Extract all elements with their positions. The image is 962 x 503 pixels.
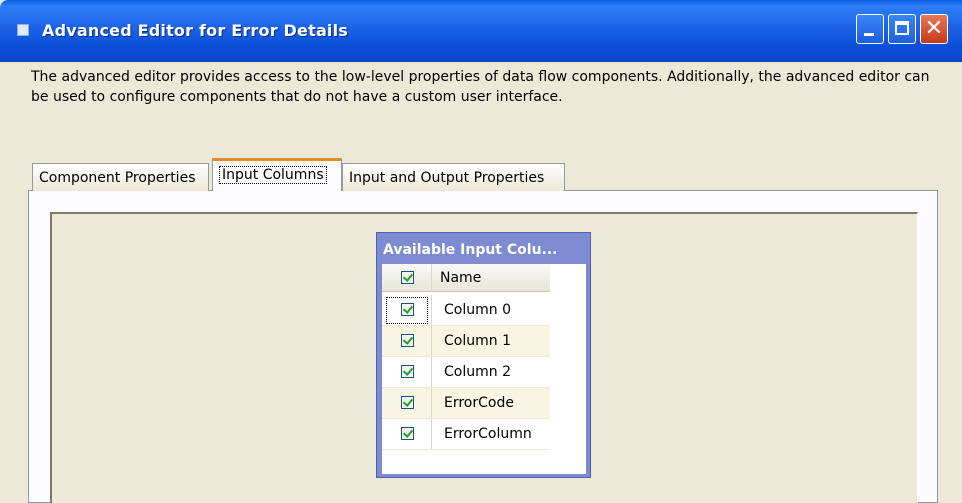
select-all-checkbox[interactable]	[401, 271, 414, 284]
list-item[interactable]: Column 0	[382, 295, 550, 326]
list-item[interactable]: Column 1	[382, 326, 550, 357]
list-item[interactable]: ErrorCode	[382, 388, 550, 419]
tab-component-properties[interactable]: Component Properties	[32, 163, 209, 191]
column-name: Column 2	[444, 364, 511, 380]
window-title: Advanced Editor for Error Details	[42, 21, 349, 40]
column-name: Column 0	[444, 302, 511, 318]
window-menu-icon[interactable]	[17, 24, 29, 36]
columns-list: Name Column 0 Column 1 Column 2 ErrorCod…	[382, 264, 586, 474]
dialog-window: Advanced Editor for Error Details ✕ The …	[0, 0, 962, 503]
check-cell	[382, 326, 432, 357]
title-bar[interactable]: Advanced Editor for Error Details ✕	[0, 0, 962, 62]
column-name: Column 1	[444, 333, 511, 349]
column-checkbox[interactable]	[401, 334, 414, 347]
column-checkbox[interactable]	[401, 427, 414, 440]
tab-label: Input and Output Properties	[349, 170, 545, 186]
column-checkbox[interactable]	[401, 365, 414, 378]
focus-rectangle	[386, 297, 428, 324]
column-name: ErrorColumn	[444, 426, 532, 442]
row-divider	[382, 449, 550, 450]
name-column-header[interactable]: Name	[440, 264, 481, 292]
panel-title: Available Input Colu...	[383, 242, 558, 258]
minimize-icon	[864, 33, 874, 36]
tab-label: Input Columns	[219, 166, 327, 184]
column-checkbox[interactable]	[401, 396, 414, 409]
close-button[interactable]: ✕	[920, 14, 948, 44]
maximize-button[interactable]	[888, 14, 916, 44]
editor-description: The advanced editor provides access to t…	[31, 69, 930, 105]
column-name: ErrorCode	[444, 395, 514, 411]
maximize-icon	[895, 21, 909, 35]
list-item[interactable]: ErrorColumn	[382, 419, 550, 450]
tab-input-columns[interactable]: Input Columns	[212, 158, 342, 191]
check-cell	[382, 388, 432, 419]
check-cell	[382, 419, 432, 450]
header-check-cell	[382, 264, 432, 292]
check-cell	[382, 295, 432, 326]
available-input-columns-panel[interactable]: Available Input Colu... Name Column 0 Co…	[376, 232, 591, 478]
tab-label: Component Properties	[39, 170, 196, 186]
columns-header: Name	[382, 264, 550, 292]
check-cell	[382, 357, 432, 388]
close-icon: ✕	[924, 16, 944, 41]
list-item[interactable]: Column 2	[382, 357, 550, 388]
tab-input-output-properties[interactable]: Input and Output Properties	[342, 163, 565, 191]
minimize-button[interactable]	[856, 14, 884, 44]
